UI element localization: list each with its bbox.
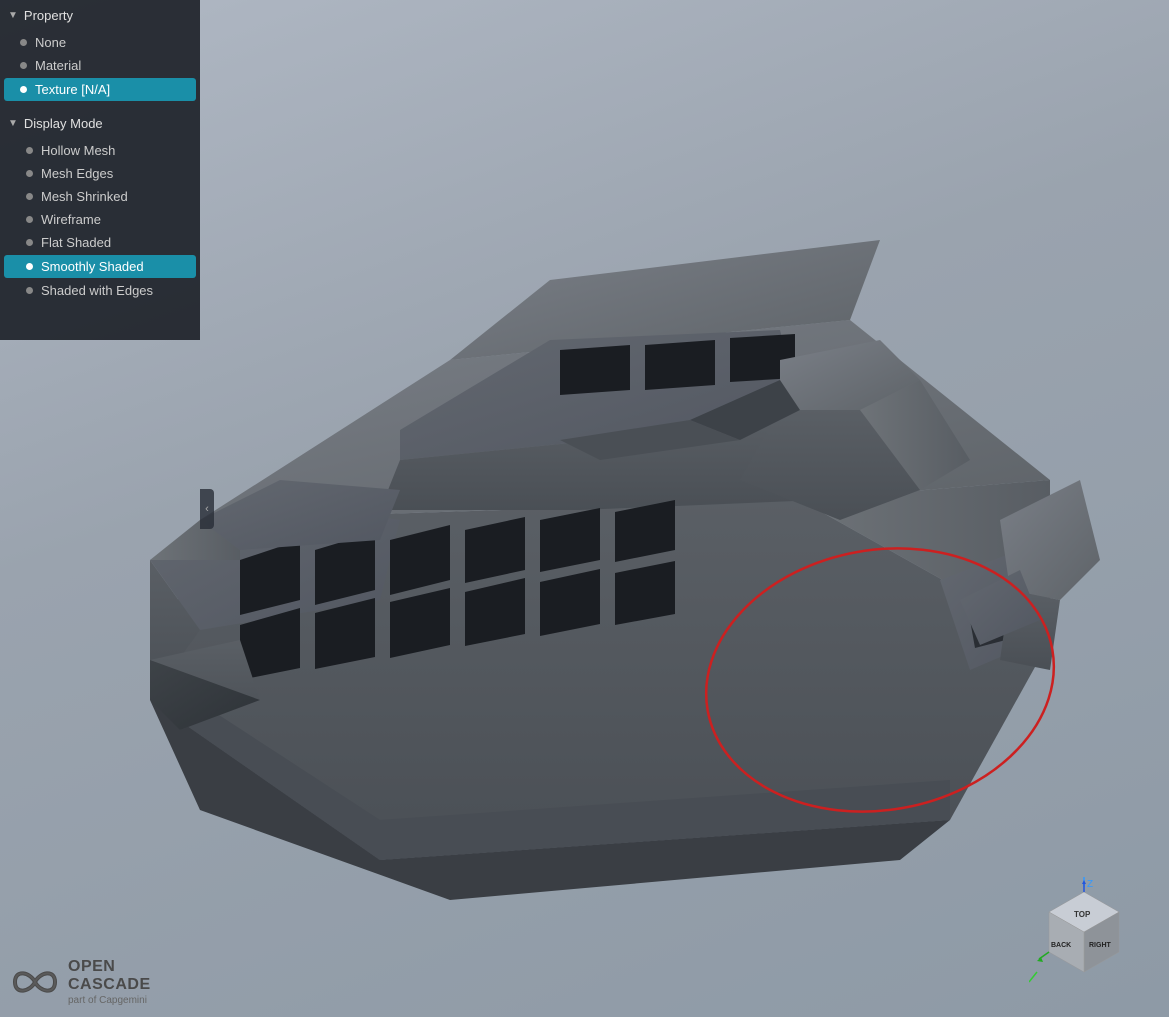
material-dot [20,62,27,69]
property-title: Property [24,8,73,23]
property-none[interactable]: None [0,31,200,54]
wireframe-dot [26,216,33,223]
smoothly-shaded-label: Smoothly Shaded [41,259,144,274]
left-panel: ▼ Property None Material Texture [N/A] ▼… [0,0,200,340]
collapse-handle[interactable]: ‹ [200,489,214,529]
svg-text:RIGHT: RIGHT [1089,942,1112,949]
logo: OPEN CASCADE part of Capgemini [10,957,151,1007]
svg-text:Z: Z [1087,879,1093,890]
display-mesh-edges[interactable]: Mesh Edges [0,162,200,185]
model-container [100,80,1100,930]
orientation-cube[interactable]: Z X TOP RIGHT BACK [1029,877,1139,987]
none-label: None [35,35,66,50]
mesh-edges-label: Mesh Edges [41,166,113,181]
svg-text:BACK: BACK [1051,942,1071,949]
opencascade-logo-icon [10,957,60,1007]
display-hollow-mesh[interactable]: Hollow Mesh [0,139,200,162]
none-dot [20,39,27,46]
logo-cascade: CASCADE [68,976,151,994]
texture-dot [20,86,27,93]
logo-open: OPEN [68,958,151,976]
display-flat-shaded[interactable]: Flat Shaded [0,231,200,254]
hollow-mesh-dot [26,147,33,154]
shaded-edges-dot [26,287,33,294]
mesh-shrinked-label: Mesh Shrinked [41,189,128,204]
display-mesh-shrinked[interactable]: Mesh Shrinked [0,185,200,208]
flat-shaded-dot [26,239,33,246]
logo-text: OPEN CASCADE part of Capgemini [68,958,151,1006]
property-items: None Material Texture [N/A] [0,29,200,108]
collapse-icon: ‹ [205,503,209,515]
display-smoothly-shaded[interactable]: Smoothly Shaded [4,255,196,278]
display-wireframe[interactable]: Wireframe [0,208,200,231]
property-section-header[interactable]: ▼ Property [0,0,200,29]
texture-label: Texture [N/A] [35,82,110,97]
flat-shaded-label: Flat Shaded [41,235,111,250]
hollow-mesh-label: Hollow Mesh [41,143,115,158]
smoothly-shaded-dot [26,263,33,270]
svg-text:TOP: TOP [1074,910,1091,919]
property-texture[interactable]: Texture [N/A] [4,78,196,101]
display-mode-arrow: ▼ [8,118,18,129]
display-shaded-edges[interactable]: Shaded with Edges [0,279,200,302]
material-label: Material [35,58,81,73]
logo-capgemini: part of Capgemini [68,995,151,1006]
shaded-edges-label: Shaded with Edges [41,283,153,298]
display-mode-title: Display Mode [24,116,103,131]
mesh-shrinked-dot [26,193,33,200]
display-mode-items: Hollow Mesh Mesh Edges Mesh Shrinked Wir… [0,137,200,308]
mesh-edges-dot [26,170,33,177]
property-arrow: ▼ [8,10,18,21]
display-mode-section-header[interactable]: ▼ Display Mode [0,108,200,137]
property-material[interactable]: Material [0,54,200,77]
wireframe-label: Wireframe [41,212,101,227]
